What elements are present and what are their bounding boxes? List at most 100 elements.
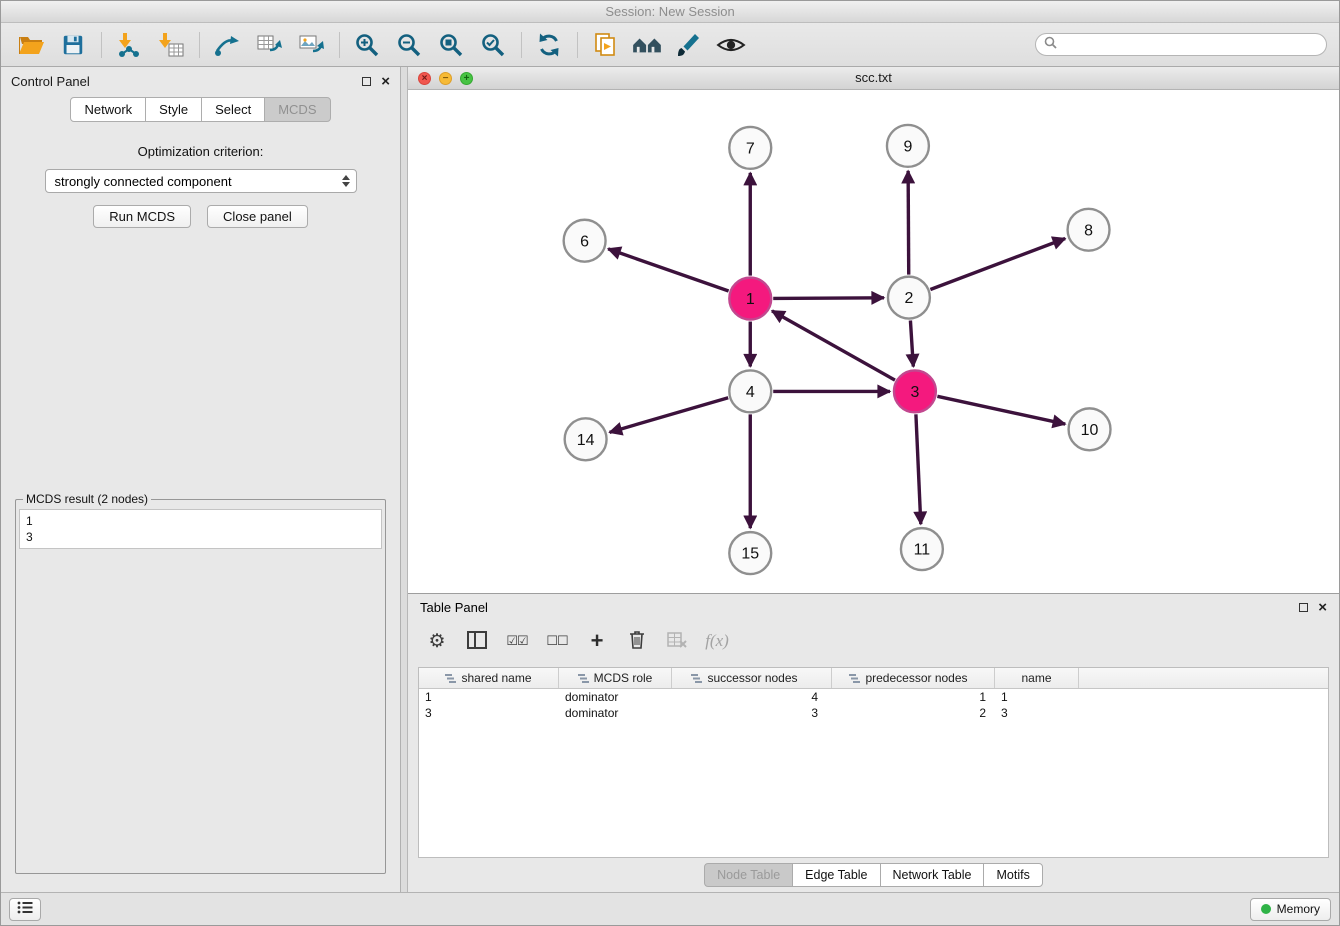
zoom-fit-icon: [438, 32, 464, 58]
select-all-button[interactable]: ☑☑: [504, 628, 530, 654]
table-header-row: shared name MCDS role successor nodes pr…: [419, 668, 1328, 689]
export-image-icon: [298, 32, 324, 58]
close-table-panel-icon[interactable]: ×: [1318, 603, 1327, 612]
task-history-button[interactable]: [9, 898, 41, 921]
export-network-icon: [214, 32, 240, 58]
table-row[interactable]: 3 dominator 3 2 3: [419, 705, 1328, 721]
edge-1-2[interactable]: [773, 298, 884, 299]
function-builder-button[interactable]: f(x): [704, 628, 730, 654]
tab-network-table[interactable]: Network Table: [880, 863, 985, 887]
control-panel-header: Control Panel ×: [1, 67, 400, 95]
cell-name[interactable]: 1: [995, 689, 1079, 705]
close-window-icon[interactable]: ×: [418, 72, 431, 85]
node-label-1: 1: [746, 291, 755, 308]
column-header-predecessor-nodes[interactable]: predecessor nodes: [832, 668, 995, 688]
window-titlebar[interactable]: Session: New Session: [1, 1, 1339, 23]
table-row[interactable]: 1 dominator 4 1 1: [419, 689, 1328, 705]
cell-successor-nodes[interactable]: 4: [672, 689, 832, 705]
zoom-out-button[interactable]: [391, 27, 427, 63]
column-header-filler: [1079, 668, 1328, 688]
column-header-mcds-role[interactable]: MCDS role: [559, 668, 672, 688]
node-label-7: 7: [746, 140, 755, 157]
trash-icon: [629, 630, 645, 652]
node-label-2: 2: [904, 290, 913, 307]
cell-shared-name[interactable]: 3: [419, 705, 559, 721]
save-session-button[interactable]: [55, 27, 91, 63]
delete-table-button[interactable]: [664, 628, 690, 654]
tab-motifs[interactable]: Motifs: [983, 863, 1042, 887]
zoom-selected-button[interactable]: [475, 27, 511, 63]
search-input[interactable]: [1057, 38, 1318, 52]
sort-icon: [691, 673, 702, 684]
cell-predecessor-nodes[interactable]: 1: [832, 689, 995, 705]
minimize-window-icon[interactable]: −: [439, 72, 452, 85]
export-table-icon: [256, 32, 282, 58]
gear-icon: ⚙: [428, 630, 445, 653]
deselect-all-button[interactable]: ☐☐: [544, 628, 570, 654]
tab-select[interactable]: Select: [201, 97, 265, 122]
cell-shared-name[interactable]: 1: [419, 689, 559, 705]
node-label-9: 9: [903, 138, 912, 155]
run-mcds-button[interactable]: Run MCDS: [93, 205, 191, 228]
memory-button[interactable]: Memory: [1250, 898, 1331, 921]
zoom-in-button[interactable]: [349, 27, 385, 63]
maximize-window-icon[interactable]: +: [460, 72, 473, 85]
open-session-button[interactable]: [13, 27, 49, 63]
network-graph[interactable]: 7968124314101511: [408, 90, 1339, 593]
zoom-fit-button[interactable]: [433, 27, 469, 63]
column-header-successor-nodes[interactable]: successor nodes: [672, 668, 832, 688]
memory-label: Memory: [1277, 902, 1320, 916]
edge-3-1[interactable]: [772, 311, 895, 380]
close-panel-button[interactable]: Close panel: [207, 205, 308, 228]
copy-document-icon: [592, 32, 618, 58]
cell-name[interactable]: 3: [995, 705, 1079, 721]
tab-edge-table[interactable]: Edge Table: [792, 863, 880, 887]
table-settings-button[interactable]: ⚙: [424, 628, 450, 654]
column-header-name[interactable]: name: [995, 668, 1079, 688]
table-panel-title: Table Panel: [420, 600, 488, 615]
add-row-button[interactable]: +: [584, 628, 610, 654]
tab-mcds[interactable]: MCDS: [264, 97, 330, 122]
show-column-button[interactable]: [464, 628, 490, 654]
cell-successor-nodes[interactable]: 3: [672, 705, 832, 721]
network-window-title: scc.txt: [855, 70, 892, 85]
edge-1-6[interactable]: [608, 249, 728, 291]
edge-2-9[interactable]: [908, 171, 909, 275]
home-network-button[interactable]: [629, 27, 665, 63]
panel-splitter[interactable]: [401, 67, 408, 892]
column-header-shared-name[interactable]: shared name: [419, 668, 559, 688]
cell-mcds-role[interactable]: dominator: [559, 689, 672, 705]
node-label-10: 10: [1081, 422, 1099, 439]
delete-row-button[interactable]: [624, 628, 650, 654]
cell-mcds-role[interactable]: dominator: [559, 705, 672, 721]
tab-network[interactable]: Network: [70, 97, 146, 122]
refresh-button[interactable]: [531, 27, 567, 63]
tab-node-table[interactable]: Node Table: [704, 863, 793, 887]
export-network-button[interactable]: [209, 27, 245, 63]
control-panel-title: Control Panel: [11, 74, 90, 89]
mcds-result-list[interactable]: 1 3: [19, 509, 382, 549]
network-view[interactable]: 7968124314101511: [408, 90, 1339, 593]
export-image-button[interactable]: [293, 27, 329, 63]
show-hide-button[interactable]: [713, 27, 749, 63]
cell-predecessor-nodes[interactable]: 2: [832, 705, 995, 721]
float-panel-icon[interactable]: [362, 77, 371, 86]
apply-style-button[interactable]: [671, 27, 707, 63]
float-table-panel-icon[interactable]: [1299, 603, 1308, 612]
edge-2-8[interactable]: [930, 239, 1065, 290]
export-table-button[interactable]: [251, 27, 287, 63]
control-panel-tabs: Network Style Select MCDS: [1, 97, 400, 122]
import-table-button[interactable]: [153, 27, 189, 63]
table-tabs: Node Table Edge Table Network Table Moti…: [408, 858, 1339, 892]
edge-4-14[interactable]: [610, 398, 729, 433]
tab-style[interactable]: Style: [145, 97, 202, 122]
network-window-titlebar[interactable]: × − + scc.txt: [408, 67, 1339, 90]
optimization-dropdown[interactable]: strongly connected component: [45, 169, 357, 193]
edge-3-10[interactable]: [937, 396, 1065, 424]
toolbar-separator: [339, 32, 340, 58]
edge-3-11[interactable]: [916, 414, 921, 524]
edge-2-3[interactable]: [910, 321, 913, 367]
close-panel-icon[interactable]: ×: [381, 77, 390, 86]
copy-document-button[interactable]: [587, 27, 623, 63]
import-network-button[interactable]: [111, 27, 147, 63]
